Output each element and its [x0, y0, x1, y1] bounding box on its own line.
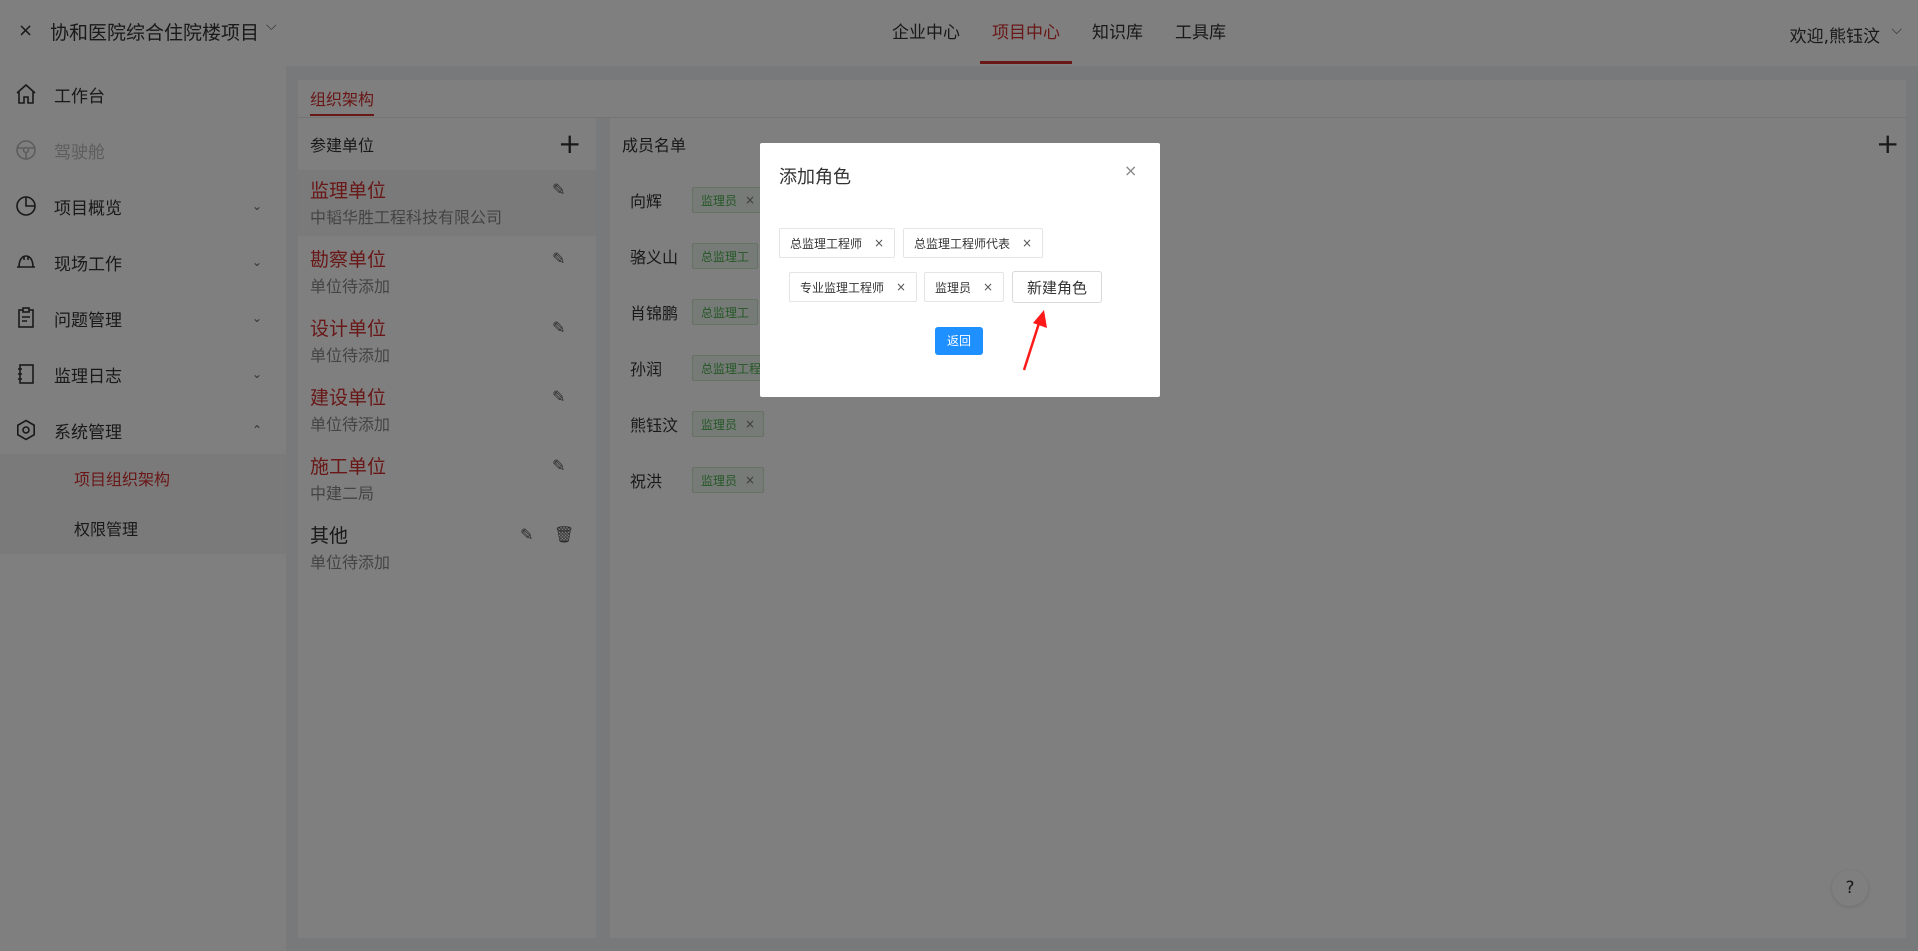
new-role-button[interactable]: 新建角色 [1012, 271, 1103, 303]
role-chip-label: 总监理工程师 [790, 236, 863, 251]
role-chip: 总监理工程师 × [779, 228, 896, 258]
dialog-title: 添加角色 [779, 167, 851, 188]
role-chip-label: 监理员 [935, 280, 972, 295]
role-chip: 专业监理工程师 × [789, 272, 918, 302]
role-chip-label: 总监理工程师代表 [914, 236, 1011, 251]
close-icon[interactable]: × [1124, 161, 1137, 180]
back-button[interactable]: 返回 [935, 327, 983, 355]
role-chip: 监理员 × [924, 272, 1005, 302]
role-chip: 总监理工程师代表 × [903, 228, 1044, 258]
close-icon[interactable]: × [1022, 236, 1032, 250]
annotation-arrow-icon [1022, 310, 1047, 371]
close-icon[interactable]: × [896, 280, 906, 294]
role-chip-label: 专业监理工程师 [800, 280, 885, 295]
add-role-dialog: 添加角色 × 总监理工程师 × 总监理工程师代表 × 专业监理工程师 × 监理员… [760, 143, 1160, 397]
close-icon[interactable]: × [874, 236, 884, 250]
close-icon[interactable]: × [983, 280, 993, 294]
